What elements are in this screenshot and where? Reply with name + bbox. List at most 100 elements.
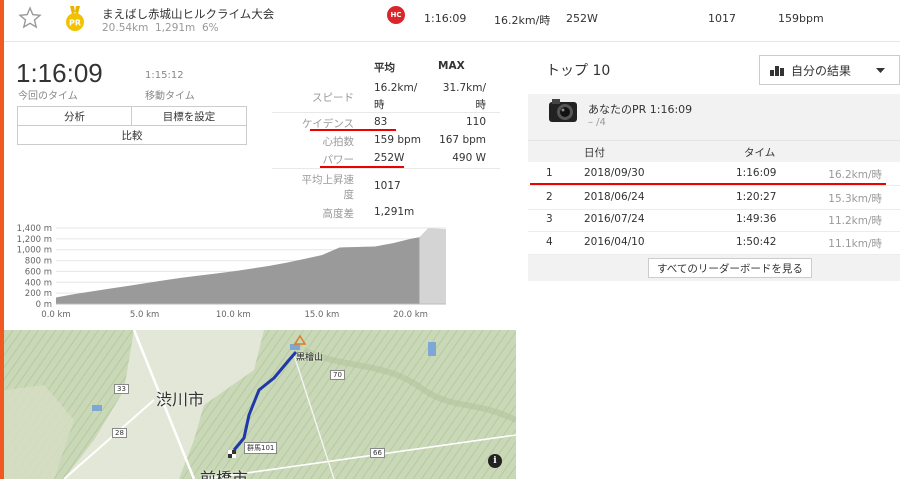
speed-avg-unit: 時 (374, 99, 385, 111)
header-time: 1:16:09 (424, 12, 467, 25)
x-tick-label: 20.0 km (393, 310, 428, 320)
stats-divider-2 (272, 168, 500, 169)
map-terrain (4, 330, 516, 479)
finish-flag-icon (228, 450, 236, 458)
heart-rate-label: 心拍数 (322, 136, 355, 148)
top10-title: トップ 10 (546, 63, 611, 79)
moving-time: 1:15:12 (145, 70, 184, 81)
vam-value: 1017 (374, 180, 401, 192)
my-results-label: 自分の結果 (791, 63, 852, 78)
header-speed: 16.2km/時 (494, 14, 551, 27)
column-date: 日付 (584, 147, 605, 159)
heart-rate-avg: 159 bpm (374, 134, 421, 146)
row-date[interactable]: 2018/09/30 (584, 167, 645, 179)
map-road-101: 群馬101 (244, 442, 278, 454)
all-leaderboards-button[interactable]: すべてのリーダーボードを見る (648, 258, 812, 278)
heart-rate-max: 167 bpm (439, 134, 486, 146)
column-time: タイム (744, 147, 776, 159)
set-goal-button[interactable]: 目標を設定 (131, 106, 247, 126)
pr-medal-icon: PR (66, 6, 84, 31)
row-speed: 11.1km/時 (828, 238, 882, 250)
header-heart-rate: 159bpm (778, 12, 824, 25)
my-results-dropdown[interactable]: 自分の結果 (759, 55, 900, 85)
analysis-button[interactable]: 分析 (17, 106, 132, 126)
speed-avg: 16.2km/ (374, 82, 418, 94)
map-city-label: 渋川市 (156, 390, 205, 409)
x-tick-label: 5.0 km (130, 310, 159, 320)
y-tick-label: 400 m (25, 278, 52, 288)
action-buttons: 分析 目標を設定 (17, 106, 247, 126)
vam-label: 平均上昇速 (301, 174, 355, 186)
row-time: 1:20:27 (736, 191, 777, 203)
pr-rank: – /4 (588, 117, 606, 128)
map-peak-label: 黒檜山 (296, 353, 324, 363)
speed-max: 31.7km/ (442, 82, 486, 94)
segment-name[interactable]: まえばし赤城山ヒルクライム大会 (102, 6, 274, 22)
bar-chart-icon (770, 66, 784, 76)
avatar[interactable] (548, 98, 578, 126)
map-bottom-label: 前橋市 (200, 469, 249, 479)
y-tick-label: 200 m (25, 289, 52, 299)
avg-header: 平均 (374, 62, 395, 74)
x-tick-label: 0.0 km (41, 310, 70, 320)
y-tick-label: 800 m (25, 257, 52, 267)
row-time: 1:49:36 (736, 213, 777, 225)
segment-grade: 6% (202, 22, 219, 34)
caret-down-icon (876, 68, 885, 73)
cadence-max: 110 (465, 116, 486, 128)
stats-divider (272, 112, 500, 113)
row-rank: 2 (546, 191, 553, 203)
map-road-33: 33 (114, 384, 129, 394)
y-tick-label: 0 m (36, 300, 52, 310)
pr-badge-text: PR (69, 19, 81, 28)
row-time: 1:16:09 (736, 167, 777, 179)
pr-title: あなたのPR 1:16:09 (588, 103, 693, 116)
x-tick-label: 15.0 km (304, 310, 339, 320)
row-date[interactable]: 2016/04/10 (584, 236, 645, 248)
y-tick-label: 1,400 m (17, 224, 52, 234)
map-road-66: 66 (370, 448, 385, 458)
row-rank: 4 (546, 236, 553, 248)
route-map[interactable]: 渋川市 黒檜山 前橋市 群馬101 33 28 70 66 i (4, 330, 516, 479)
row-speed: 11.2km/時 (828, 215, 882, 227)
star-icon[interactable] (18, 6, 42, 30)
pr-card (528, 94, 900, 140)
compare-button[interactable]: 比較 (17, 125, 247, 145)
elevation-gain-value: 1,291m (374, 206, 415, 218)
y-tick-label: 1,000 m (17, 246, 52, 256)
cadence-highlight (310, 129, 396, 131)
row-date[interactable]: 2018/06/24 (584, 191, 645, 203)
power-label: パワー (322, 154, 355, 166)
speed-label: スピード (312, 92, 354, 104)
row-speed: 16.2km/時 (828, 169, 882, 181)
row-rank: 1 (546, 167, 553, 179)
row-speed: 15.3km/時 (828, 193, 882, 205)
elevation-area-segment (56, 237, 420, 304)
elevation-gain-label: 高度差 (322, 208, 355, 220)
map-road-70: 70 (330, 370, 345, 380)
header-power: 252W (566, 12, 598, 25)
x-tick-label: 10.0 km (216, 310, 251, 320)
power-avg: 252W (374, 152, 405, 164)
header-cadence: 1017 (708, 12, 736, 25)
segment-header: PR まえばし赤城山ヒルクライム大会 20.54km 1,291m 6% HC … (4, 0, 900, 42)
segment-elevation: 1,291m (155, 22, 196, 34)
row-date[interactable]: 2016/07/24 (584, 213, 645, 225)
speed-max-unit: 時 (475, 99, 487, 111)
vam-label-2: 度 (343, 189, 355, 201)
hc-category-badge: HC (387, 6, 405, 24)
max-header: MAX (438, 60, 465, 72)
moving-time-label: 移動タイム (145, 91, 195, 102)
row-rank: 3 (546, 213, 553, 225)
elevation-profile-chart[interactable]: 0 m200 m400 m600 m800 m1,000 m1,200 m1,4… (0, 224, 460, 324)
cadence-avg: 83 (374, 116, 388, 128)
y-tick-label: 600 m (25, 267, 52, 277)
row-time: 1:50:42 (736, 236, 777, 248)
row-1-highlight (530, 183, 886, 185)
map-info-icon[interactable]: i (488, 454, 502, 468)
map-road-28: 28 (112, 428, 127, 438)
power-max: 490 W (452, 152, 486, 164)
elapsed-time: 1:16:09 (16, 58, 103, 88)
elapsed-time-label: 今回のタイム (18, 91, 78, 102)
y-tick-label: 1,200 m (17, 235, 52, 245)
